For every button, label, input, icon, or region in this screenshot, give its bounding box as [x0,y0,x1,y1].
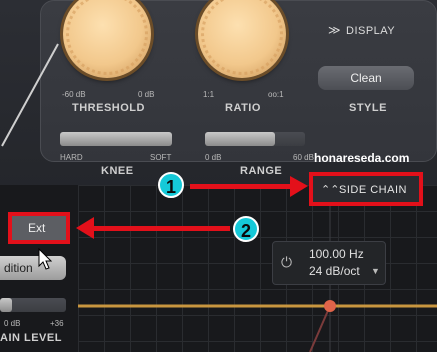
range-label: RANGE [240,165,283,177]
range-slider[interactable] [205,132,305,146]
style-label: STYLE [349,102,387,114]
filter-settings-box[interactable]: ⏻ 100.00 Hz 24 dB/oct ▼ [272,241,386,285]
display-label: DISPLAY [346,25,396,37]
range-slider-thumb[interactable] [205,132,275,146]
ext-button-label: Ext [28,221,46,235]
triangle-down-icon[interactable]: ▼ [371,266,380,276]
knee-label: KNEE [101,165,134,177]
mouse-cursor-icon [38,248,52,270]
knee-scale-max: SOFT [150,153,172,162]
ratio-scale-min: 1:1 [203,90,215,99]
display-tab[interactable]: ≫ DISPLAY [322,20,412,42]
ratio-label: RATIO [225,102,261,114]
annotation-arrow-1 [190,184,294,189]
gain-scale-min: 0 dB [4,319,21,328]
audition-button[interactable]: dition [0,256,66,280]
knee-slider-thumb[interactable] [60,132,172,146]
watermark: honareseda.com [314,151,410,165]
gain-scale-max: +36 [50,319,64,328]
ext-button[interactable]: Ext [8,212,70,244]
range-scale-min: 0 dB [205,153,222,162]
gain-slider-thumb[interactable] [0,298,12,312]
annotation-marker-2: 2 [233,216,259,242]
filter-frequency: 100.00 Hz [309,247,364,261]
gain-level-slider[interactable] [0,298,66,312]
ratio-scale-max: oo:1 [268,90,284,99]
annotation-marker-1: 1 [158,172,184,198]
side-chain-label: SIDE CHAIN [339,184,407,196]
knee-scale-min: HARD [60,153,83,162]
edge-line [1,43,59,147]
side-chain-button[interactable]: ⌃⌃ SIDE CHAIN [309,172,423,206]
style-button[interactable]: Clean [318,66,414,90]
gain-level-label: AIN LEVEL [0,332,62,344]
audition-label: dition [4,261,33,275]
range-scale-max: 60 dB [293,153,314,162]
double-chevron-down-icon: ≫ [328,23,341,37]
annotation-arrow-2 [92,226,230,231]
threshold-scale-max: 0 dB [138,90,155,99]
power-icon[interactable]: ⏻ [281,254,292,271]
double-chevron-up-icon: ⌃⌃ [321,184,340,196]
knee-slider[interactable] [60,132,172,146]
threshold-label: THRESHOLD [72,102,145,114]
threshold-scale-min: -60 dB [62,90,86,99]
filter-slope[interactable]: 24 dB/oct [309,264,360,278]
curve-point[interactable] [324,300,336,312]
arrowhead-1 [290,176,308,197]
